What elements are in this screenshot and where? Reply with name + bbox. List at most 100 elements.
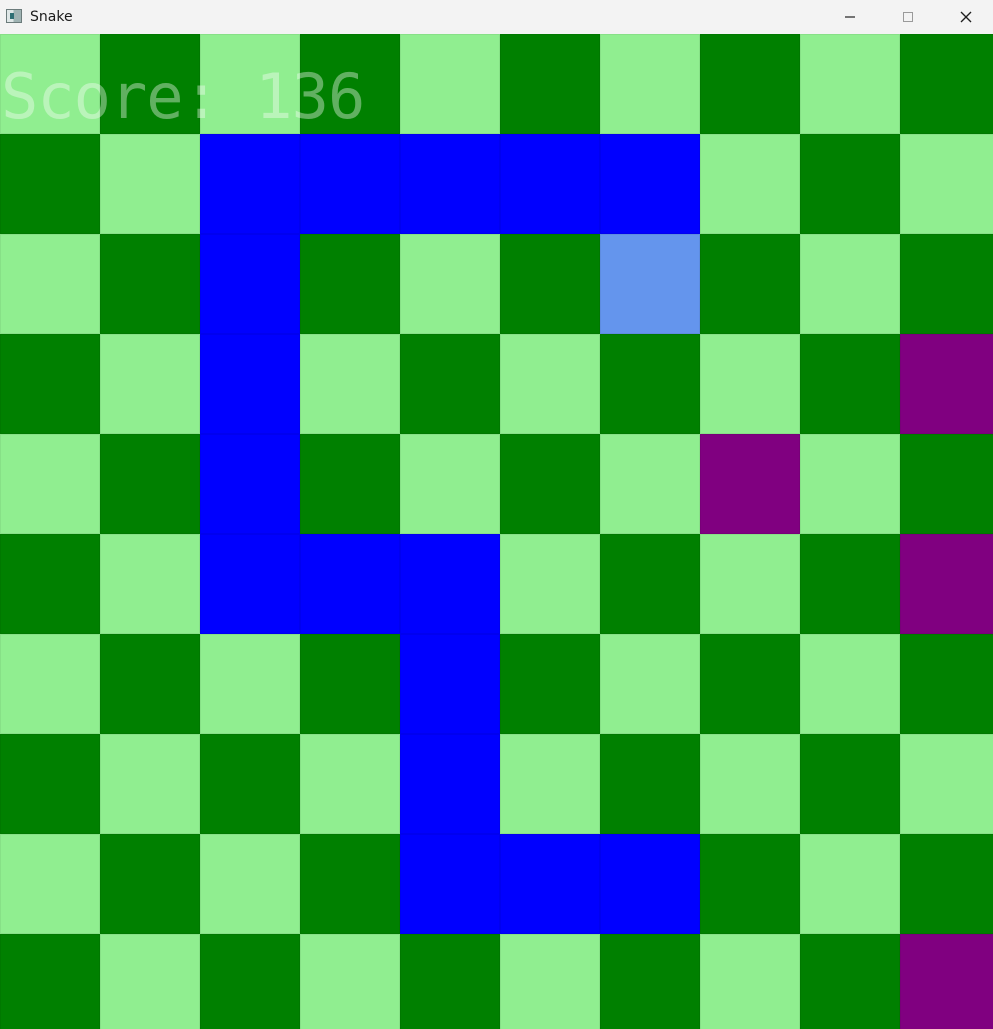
board-tile [700,634,800,734]
board-tile [0,34,100,134]
board-tile [800,934,900,1029]
board-tile [100,434,200,534]
snake-body-segment [400,734,500,834]
board-tile [200,934,300,1029]
board-tile [700,734,800,834]
snake-head [600,234,700,334]
board-tile [0,634,100,734]
board-tile [800,534,900,634]
snake-body-segment [200,334,300,434]
maximize-button[interactable] [879,0,937,34]
board-tile [500,234,600,334]
snake-body-segment [600,834,700,934]
board-tile [300,34,400,134]
board-tile [100,834,200,934]
snake-body-segment [300,134,400,234]
board-tile [600,534,700,634]
board-tile [700,134,800,234]
board-tile [700,534,800,634]
board-tile [500,634,600,734]
board-tile [500,434,600,534]
obstacle-block [700,434,800,534]
board-tile [200,734,300,834]
board-tile [600,734,700,834]
board-tile [700,834,800,934]
board-tile [600,34,700,134]
board-tile [700,234,800,334]
board-tile [500,934,600,1029]
board-tile [900,134,993,234]
obstacle-block [900,934,993,1029]
board-tile [800,434,900,534]
snake-body-segment [400,534,500,634]
snake-body-segment [600,134,700,234]
title-bar[interactable]: Snake [0,0,993,35]
board-tile [500,334,600,434]
board-tile [700,34,800,134]
board-tile [0,234,100,334]
board-tile [600,434,700,534]
board-tile [300,234,400,334]
board-tile [800,734,900,834]
board-tile [900,734,993,834]
snake-body-segment [200,134,300,234]
snake-window: Snake Score: 136 [0,0,993,1029]
maximize-icon [903,12,913,22]
snake-body-segment [400,134,500,234]
board-tile [100,634,200,734]
game-board [0,34,993,1029]
board-tile [0,434,100,534]
board-tile [300,334,400,434]
board-tile [100,34,200,134]
board-tile [800,34,900,134]
board-tile [900,434,993,534]
board-tile [400,234,500,334]
board-tile [800,634,900,734]
obstacle-block [900,534,993,634]
snake-body-segment [200,534,300,634]
board-tile [300,834,400,934]
snake-body-segment [200,434,300,534]
snake-body-segment [200,234,300,334]
board-tile [100,934,200,1029]
board-tile [0,134,100,234]
window-title: Snake [30,9,73,25]
board-tile [200,634,300,734]
board-tile [700,934,800,1029]
board-tile [600,634,700,734]
board-tile [600,934,700,1029]
board-tile [900,234,993,334]
board-tile [300,734,400,834]
snake-body-segment [500,134,600,234]
board-tile [100,134,200,234]
board-tile [900,634,993,734]
board-tile [200,34,300,134]
board-tile [0,834,100,934]
board-tile [0,334,100,434]
snake-body-segment [500,834,600,934]
board-tile [300,934,400,1029]
board-tile [400,934,500,1029]
board-tile [500,34,600,134]
snake-body-segment [400,634,500,734]
board-tile [500,534,600,634]
snake-body-segment [300,534,400,634]
board-tile [100,234,200,334]
board-tile [400,434,500,534]
board-tile [500,734,600,834]
board-tile [800,834,900,934]
board-tile [100,534,200,634]
minimize-button[interactable] [821,0,879,34]
board-tile [800,334,900,434]
snake-app-icon [6,9,22,23]
snake-body-segment [400,834,500,934]
board-tile [900,34,993,134]
board-tile [0,534,100,634]
board-tile [600,334,700,434]
board-tile [300,434,400,534]
close-button[interactable] [937,0,993,34]
board-tile [0,934,100,1029]
minimize-icon [845,16,855,18]
board-tile [800,234,900,334]
board-tile [0,734,100,834]
